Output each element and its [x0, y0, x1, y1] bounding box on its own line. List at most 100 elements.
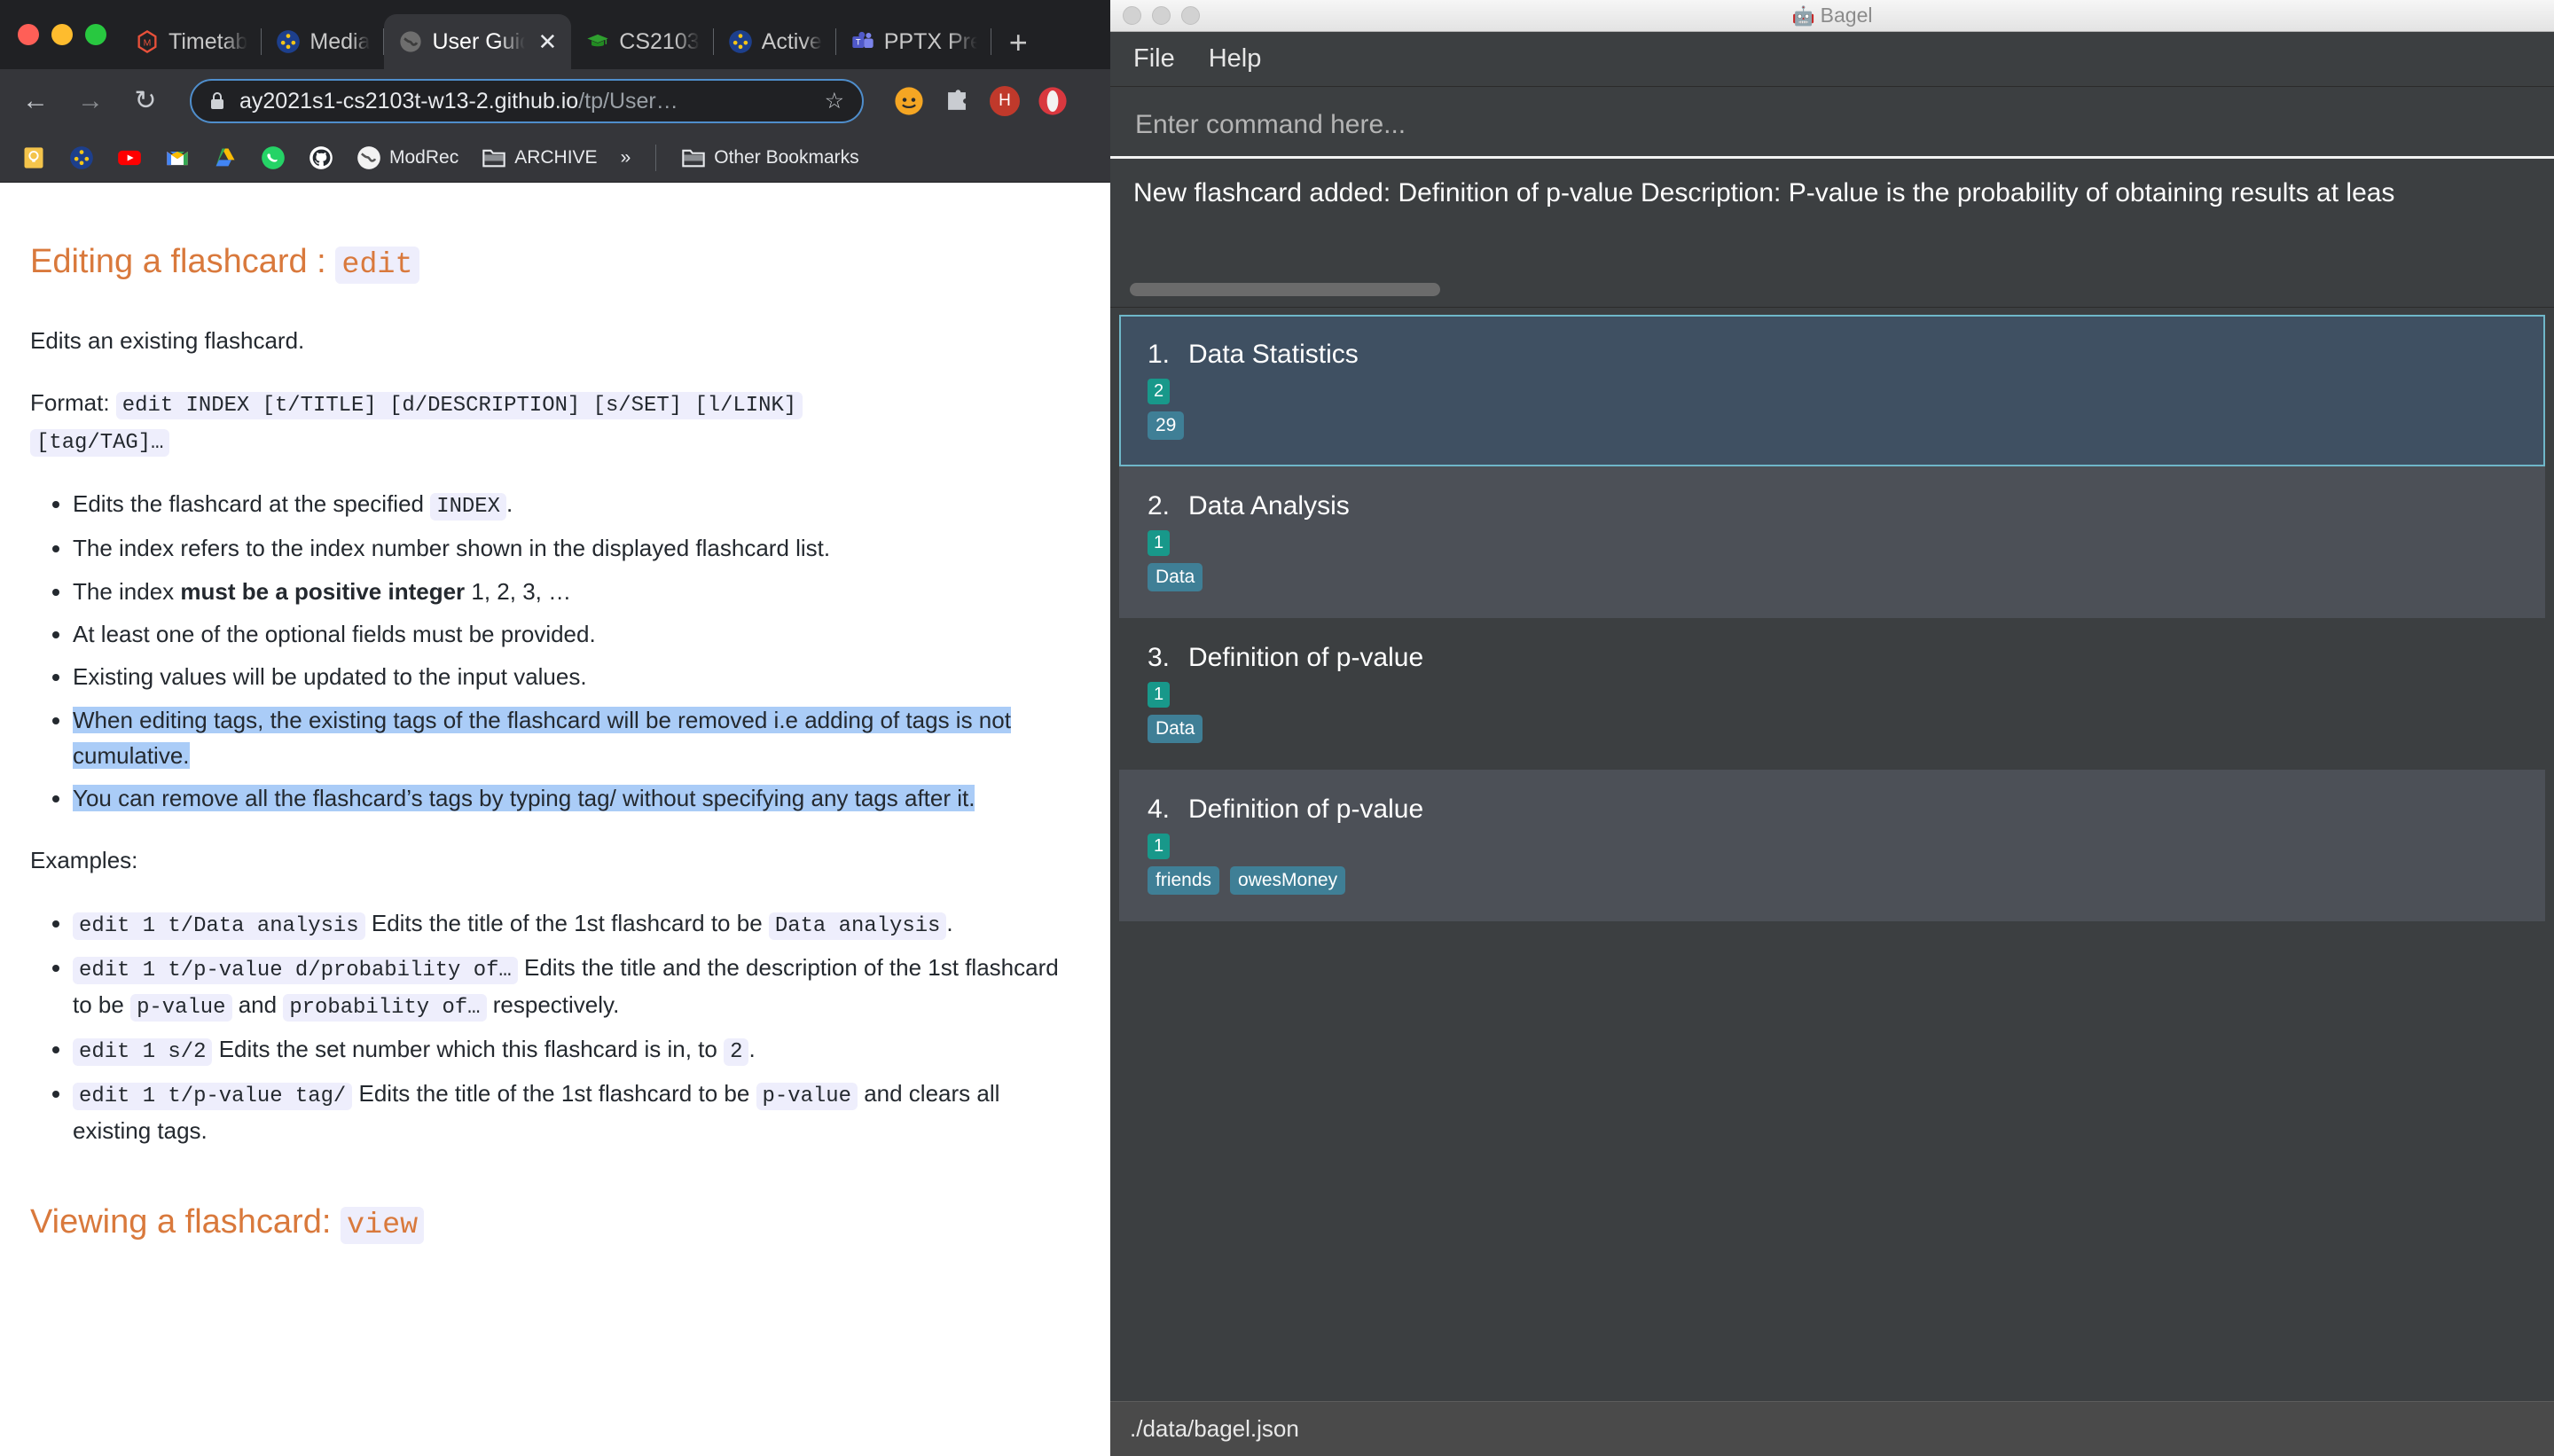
- command-input[interactable]: Enter command here...: [1135, 110, 2529, 140]
- flashcard-tags: Data: [1148, 715, 2520, 743]
- bookmark-drive[interactable]: [206, 142, 245, 174]
- example-command: edit 1 t/p-value tag/: [73, 1083, 352, 1110]
- browser-tab-cs2103[interactable]: CS2103: [571, 14, 713, 69]
- browser-tab-media[interactable]: Media: [262, 14, 384, 69]
- flashcard-list[interactable]: 1. Data Statistics 2 29 2. Data Analysis…: [1110, 308, 2554, 1434]
- maximize-window-button[interactable]: [85, 24, 106, 45]
- example-text-end: .: [748, 1036, 755, 1062]
- bookmark-github[interactable]: [302, 142, 341, 174]
- next-section-heading: Viewing a flashcard: view: [30, 1196, 1080, 1249]
- set-badge: 2: [1148, 379, 1170, 404]
- tab-strip: M Timetab Media: [0, 0, 1110, 69]
- list-item: The index refers to the index number sho…: [73, 530, 1080, 566]
- whatsapp-icon: [261, 145, 286, 170]
- bookmark-keep[interactable]: [14, 142, 53, 174]
- browser-toolbar: ← → ↻ ay2021s1-cs2103t-w13-2.github.io/t…: [0, 69, 1110, 133]
- command-input-container[interactable]: Enter command here...: [1110, 87, 2554, 159]
- flashcard-list-item[interactable]: 2. Data Analysis 1 Data: [1119, 466, 2545, 618]
- notes-list: Edits the flashcard at the specified IND…: [30, 486, 1080, 816]
- flashcard-list-item[interactable]: 1. Data Statistics 2 29: [1119, 315, 2545, 466]
- address-bar[interactable]: ay2021s1-cs2103t-w13-2.github.io/tp/User…: [190, 79, 864, 123]
- flashcard-index: 3.: [1148, 643, 1172, 673]
- svg-text:M: M: [144, 38, 152, 49]
- bookmark-modrec[interactable]: ModRec: [349, 142, 466, 174]
- bookmark-archive[interactable]: ARCHIVE: [474, 142, 604, 174]
- selected-text: When editing tags, the existing tags of …: [73, 707, 1011, 769]
- list-item: Edits the flashcard at the specified IND…: [73, 486, 1080, 523]
- example-value-2: probability of…: [283, 994, 486, 1022]
- reload-button[interactable]: ↻: [126, 88, 165, 114]
- bookmark-youtube[interactable]: [110, 142, 149, 174]
- example-text-mid: and: [232, 991, 284, 1018]
- bookmarks-divider: [655, 145, 656, 171]
- status-bar: ./data/bagel.json: [1110, 1401, 2554, 1456]
- folder-icon: [482, 145, 506, 170]
- menu-item-file[interactable]: File: [1133, 44, 1175, 74]
- youtube-icon: [117, 145, 142, 170]
- list-item: edit 1 t/Data analysis Edits the title o…: [73, 905, 1080, 943]
- menu-item-help[interactable]: Help: [1209, 44, 1262, 74]
- flashcard-set-badge-wrap: 1: [1148, 673, 2520, 708]
- new-tab-button[interactable]: +: [991, 27, 1046, 69]
- honey-icon[interactable]: [894, 86, 924, 116]
- browser-tab-user-guide[interactable]: User Guide ✕: [384, 14, 571, 69]
- url-text: ay2021s1-cs2103t-w13-2.github.io/tp/User…: [239, 89, 678, 114]
- list-item: The index must be a positive integer 1, …: [73, 574, 1080, 609]
- minimize-window-button[interactable]: [51, 24, 73, 45]
- puzzle-piece-icon[interactable]: [942, 86, 972, 116]
- example-text: Edits the title of the 1st flashcard to …: [365, 910, 769, 936]
- globe-icon: [356, 145, 381, 170]
- bookmark-luminus[interactable]: [62, 142, 101, 174]
- bagel-app-window: 🤖Bagel File Help Enter command here... N…: [1110, 0, 2554, 1456]
- robot-icon: 🤖: [1792, 6, 1815, 27]
- flashcard-list-item[interactable]: 4. Definition of p-value 1 friends owesM…: [1119, 770, 2545, 921]
- example-text-end: respectively.: [487, 991, 620, 1018]
- result-text: New flashcard added: Definition of p-val…: [1133, 178, 2554, 208]
- page-heading-text: Editing a flashcard :: [30, 243, 335, 280]
- next-heading-text: Viewing a flashcard:: [30, 1203, 341, 1241]
- tab-label: Active: [762, 29, 822, 55]
- flashcard-list-item[interactable]: 3. Definition of p-value 1 Data: [1119, 618, 2545, 770]
- profile-avatar[interactable]: H: [990, 86, 1020, 116]
- forward-button[interactable]: →: [71, 88, 110, 114]
- close-window-button[interactable]: [18, 24, 39, 45]
- luminus-icon: [69, 145, 94, 170]
- example-text: Edits the title of the 1st flashcard to …: [352, 1080, 756, 1107]
- bullet-text-end: 1, 2, 3, …: [465, 578, 571, 605]
- horizontal-scrollbar[interactable]: [1130, 283, 1440, 296]
- examples-list: edit 1 t/Data analysis Edits the title o…: [30, 905, 1080, 1149]
- tab-label: CS2103: [619, 29, 699, 55]
- page-heading-code: edit: [335, 247, 419, 284]
- flashcard-set-badge-wrap: 1: [1148, 521, 2520, 556]
- format-paragraph: Format: edit INDEX [t/TITLE] [d/DESCRIPT…: [30, 385, 1080, 459]
- bookmarks-overflow-button[interactable]: »: [614, 144, 638, 172]
- url-domain: ay2021s1-cs2103t-w13-2.github.io: [239, 89, 578, 114]
- flashcard-title: Data Analysis: [1188, 491, 1350, 521]
- tag-chip: Data: [1148, 715, 1203, 743]
- flashcard-title-row: 1. Data Statistics: [1148, 340, 2520, 370]
- back-button[interactable]: ←: [16, 88, 55, 114]
- flashcard-title-row: 4. Definition of p-value: [1148, 795, 2520, 825]
- flashcard-set-badge-wrap: 1: [1148, 825, 2520, 859]
- browser-tab-active[interactable]: Active: [714, 14, 836, 69]
- browser-tab-timetable[interactable]: M Timetab: [121, 14, 262, 69]
- list-item: edit 1 t/p-value d/probability of… Edits…: [73, 950, 1080, 1024]
- format-label: Format:: [30, 389, 116, 416]
- bookmark-whatsapp[interactable]: [254, 142, 293, 174]
- list-item: edit 1 t/p-value tag/ Edits the title of…: [73, 1076, 1080, 1148]
- page-heading: Editing a flashcard : edit: [30, 236, 1080, 289]
- tag-chip: 29: [1148, 411, 1184, 440]
- other-bookmarks-button[interactable]: Other Bookmarks: [674, 142, 866, 174]
- bookmark-star-icon[interactable]: ☆: [825, 88, 844, 114]
- close-icon[interactable]: ✕: [537, 30, 557, 53]
- flashcard-tags: 29: [1148, 411, 2520, 440]
- graduation-cap-icon: [585, 29, 610, 54]
- screenshot-root: M Timetab Media: [0, 0, 2554, 1456]
- bullet-bold: must be a positive integer: [180, 578, 465, 605]
- opera-icon[interactable]: [1038, 86, 1068, 116]
- extensions-area: H: [894, 86, 1068, 116]
- lock-icon: [209, 91, 225, 111]
- browser-tab-pptx[interactable]: T PPTX Presentation: [836, 14, 991, 69]
- flashcard-index: 4.: [1148, 795, 1172, 825]
- bookmark-gmail[interactable]: [158, 142, 197, 174]
